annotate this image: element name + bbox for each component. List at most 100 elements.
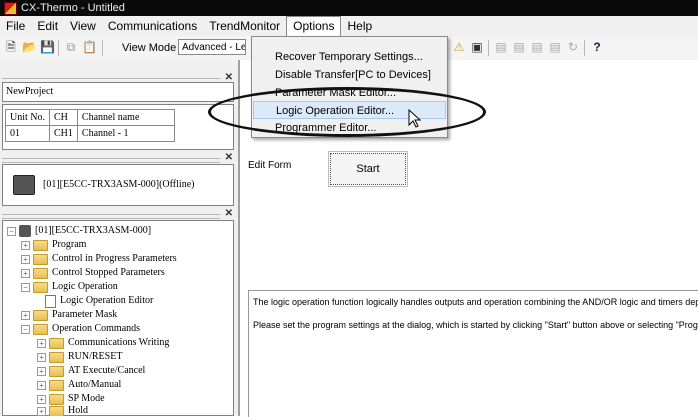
tree-item-communications-writing[interactable]: + Communications Writing [37, 336, 169, 350]
expand-icon[interactable]: + [21, 254, 30, 264]
channel-table-box: Unit No. CH Channel name 01 CH1 Channel … [2, 104, 234, 150]
device-box: [01][E5CC-TRX3ASM-000](Offline) [2, 164, 234, 206]
folder-icon [33, 239, 48, 251]
monitor-icon[interactable]: ▣ [470, 40, 484, 54]
copy-icon[interactable]: ⧉ [64, 40, 78, 54]
expand-icon[interactable]: + [37, 338, 46, 348]
expand-icon[interactable]: + [21, 240, 30, 250]
mouse-cursor-icon [408, 109, 422, 128]
left-pane: ✕ NewProject Unit No. CH Channel name 01… [0, 60, 240, 416]
tree-item-logic-operation[interactable]: − Logic Operation [21, 280, 118, 294]
tree-root[interactable]: − [01][E5CC-TRX3ASM-000] [7, 224, 151, 238]
transfer-from-device-icon[interactable]: ▤ [530, 40, 544, 54]
save-icon[interactable]: 💾 [40, 40, 55, 54]
device-label[interactable]: [01][E5CC-TRX3ASM-000](Offline) [43, 179, 194, 190]
message-line: The logic operation function logically h… [253, 297, 698, 307]
menu-communications[interactable]: Communications [102, 16, 203, 36]
table-header: Unit No. [5, 109, 50, 126]
tree-item-operation-commands[interactable]: − Operation Commands [21, 322, 140, 336]
start-button[interactable]: Start [328, 151, 408, 187]
menu-trendmonitor[interactable]: TrendMonitor [203, 16, 286, 36]
highlight-ellipse [208, 87, 486, 137]
help-icon[interactable]: ? [590, 40, 604, 54]
view-mode-select[interactable]: Advanced - Leve [178, 39, 246, 55]
message-line: Please set the program settings at the d… [253, 320, 698, 330]
edit-form-label: Edit Form [248, 160, 292, 171]
transfer-icon[interactable]: ▤ [494, 40, 508, 54]
expand-icon[interactable]: + [37, 366, 46, 376]
menu-view[interactable]: View [64, 16, 102, 36]
app-icon [4, 1, 17, 15]
toolbar-separator [584, 40, 585, 56]
close-icon[interactable]: ✕ [225, 208, 233, 219]
title-bar: CX-Thermo - Untitled [0, 0, 698, 16]
folder-icon [33, 253, 48, 265]
folder-icon [49, 351, 64, 363]
expand-icon[interactable]: + [37, 406, 46, 416]
channel-table: Unit No. CH Channel name 01 CH1 Channel … [5, 109, 175, 142]
tree-item-program[interactable]: + Program [21, 238, 86, 252]
paste-icon[interactable]: 📋 [82, 40, 97, 54]
tree-item-at-execute-cancel[interactable]: + AT Execute/Cancel [37, 364, 145, 378]
folder-icon [33, 309, 48, 321]
tree-item-logic-operation-editor[interactable]: Logic Operation Editor [45, 294, 153, 308]
table-cell: 01 [5, 125, 50, 142]
table-header: Channel name [76, 109, 175, 126]
tree-item-sp-mode[interactable]: + SP Mode [37, 392, 105, 406]
folder-icon [49, 337, 64, 349]
tree-item-control-in-progress[interactable]: + Control in Progress Parameters [21, 252, 177, 266]
menu-help[interactable]: Help [341, 16, 378, 36]
warning-icon[interactable]: ⚠ [452, 40, 466, 54]
menu-item-recover-temporary-settings[interactable]: Recover Temporary Settings... [253, 48, 446, 66]
expand-icon[interactable]: + [21, 310, 30, 320]
expand-icon[interactable]: + [37, 380, 46, 390]
tree-item-run-reset[interactable]: + RUN/RESET [37, 350, 122, 364]
device-icon [19, 225, 31, 237]
table-header-row: Unit No. CH Channel name [5, 109, 175, 126]
folder-icon [49, 379, 64, 391]
transfer-to-device-icon[interactable]: ▤ [512, 40, 526, 54]
panel-grip[interactable] [2, 158, 220, 163]
table-cell: Channel - 1 [76, 125, 175, 142]
project-name-box: NewProject [2, 82, 234, 102]
menu-options[interactable]: Options [286, 16, 342, 36]
expand-icon[interactable]: + [37, 352, 46, 362]
table-cell: CH1 [49, 125, 78, 142]
panel-grip[interactable] [2, 214, 220, 219]
open-folder-icon[interactable]: 📂 [22, 40, 37, 54]
panel-header: ✕ [2, 208, 234, 220]
folder-icon [33, 267, 48, 279]
message-box: The logic operation function logically h… [248, 290, 698, 417]
tree-item-hold[interactable]: + Hold [37, 406, 88, 416]
device-icon [13, 175, 35, 195]
toolbar-separator [58, 40, 59, 56]
table-row[interactable]: 01 CH1 Channel - 1 [5, 125, 175, 142]
tree-item-control-stopped[interactable]: + Control Stopped Parameters [21, 266, 165, 280]
parameter-tree: − [01][E5CC-TRX3ASM-000] + Program + Contro… [2, 220, 234, 416]
page-icon [45, 294, 56, 308]
toolbar-separator [488, 40, 489, 56]
collapse-icon[interactable]: − [21, 282, 30, 292]
folder-icon [33, 281, 48, 293]
close-icon[interactable]: ✕ [225, 152, 233, 163]
folder-icon [49, 365, 64, 377]
window-title: CX-Thermo - Untitled [21, 2, 125, 14]
menu-file[interactable]: File [0, 16, 31, 36]
table-header: CH [49, 109, 78, 126]
view-mode-label: View Mode : [122, 42, 183, 54]
expand-icon[interactable]: + [21, 268, 30, 278]
collapse-icon[interactable]: − [7, 226, 16, 236]
folder-icon [49, 406, 64, 416]
compare-icon[interactable]: ▤ [548, 40, 562, 54]
folder-icon [33, 323, 48, 335]
folder-icon [49, 393, 64, 405]
reset-icon[interactable]: ↻ [566, 40, 580, 54]
menu-edit[interactable]: Edit [31, 16, 64, 36]
expand-icon[interactable]: + [37, 394, 46, 404]
toolbar-separator [102, 40, 103, 56]
tree-item-auto-manual[interactable]: + Auto/Manual [37, 378, 121, 392]
new-file-icon[interactable]: 🗎 [4, 40, 18, 54]
tree-item-parameter-mask[interactable]: + Parameter Mask [21, 308, 117, 322]
collapse-icon[interactable]: − [21, 324, 30, 334]
menu-item-disable-transfer[interactable]: Disable Transfer[PC to Devices] [253, 66, 446, 84]
